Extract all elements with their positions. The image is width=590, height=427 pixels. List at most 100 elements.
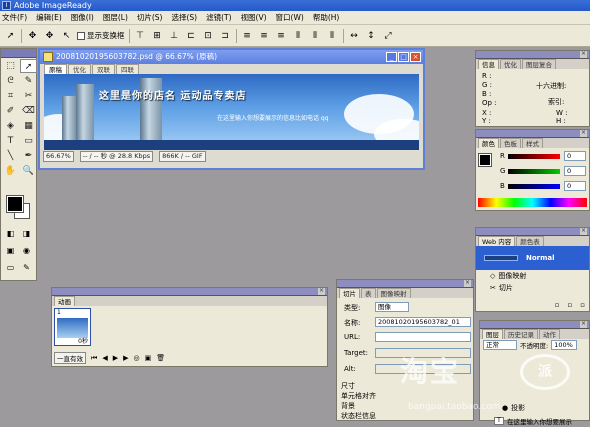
loop-select[interactable]: 一直有效 [54,352,86,364]
blend-mode-select[interactable]: 正常 [483,340,517,350]
slices-row[interactable]: ✂ 切片 [476,282,589,294]
color-fg-swatch[interactable] [478,153,492,167]
menu-filter[interactable]: 滤镜(T) [206,12,231,23]
tab-optimize[interactable]: 优化 [500,59,521,69]
match-size-icon[interactable]: ⤢ [382,29,395,42]
close-icon[interactable]: × [580,228,587,235]
green-value[interactable]: 0 [564,166,586,176]
match-height-icon[interactable]: ↕ [365,29,378,42]
section-status-message[interactable]: 状态栏信息 [341,411,376,421]
tab-2up[interactable]: 双联 [92,64,115,74]
menu-image[interactable]: 图像(I) [71,12,94,23]
layer-row[interactable]: T 在这里输入你想要展示 [480,415,589,427]
close-icon[interactable]: × [464,280,471,287]
tab-actions[interactable]: 动作 [539,329,560,339]
blue-slider[interactable] [508,184,560,189]
gradient-icon[interactable]: ▦ [20,119,37,133]
tab-layers[interactable]: 图层 [482,329,503,339]
menu-select[interactable]: 选择(S) [172,12,198,23]
green-slider[interactable] [508,169,560,174]
show-bounds-checkbox[interactable]: 显示变换框 [77,30,125,41]
document-canvas[interactable]: 这里是你的店名 运动品专卖店 在这里输入你想要展示的信息比如电话 qq [44,74,419,150]
edit-in-photoshop-icon[interactable]: ✎ [19,262,34,278]
type-select[interactable]: 图像 [375,302,409,312]
checkbox-box[interactable] [77,31,85,40]
tab-image-map[interactable]: 图像映射 [376,288,411,298]
image-map-row[interactable]: ◇ 图像映射 [476,270,589,282]
close-button[interactable]: × [410,52,421,62]
slice-state-row[interactable]: Normal [476,246,589,270]
distribute-left-icon[interactable]: ⫴ [292,29,305,42]
type-icon[interactable]: T [2,134,19,148]
close-icon[interactable]: × [318,288,325,295]
line-icon[interactable]: ╲ [2,149,19,163]
tab-color[interactable]: 颜色 [478,138,499,148]
move-tool-icon[interactable]: ➚ [4,29,17,42]
preview-document-icon[interactable]: ▣ [3,245,18,261]
crop-icon[interactable]: ⌗ [2,89,19,103]
close-icon[interactable]: × [580,130,587,137]
animation-frame[interactable]: 1 0秒 [54,308,91,346]
lasso-icon[interactable]: ᘓ [2,74,19,88]
arrow-icon[interactable]: ↖ [60,29,73,42]
menu-file[interactable]: 文件(F) [2,12,27,23]
section-dimensions[interactable]: 尺寸 [341,381,355,391]
frame-delay[interactable]: 0秒 [78,336,88,345]
zoom-icon[interactable]: 🔍 [20,164,37,178]
blue-value[interactable]: 0 [564,181,586,191]
next-frame-icon[interactable]: ▶ [123,354,128,362]
tab-layer-comps[interactable]: 图层复合 [522,59,556,69]
distribute-middle-icon[interactable]: ≡ [258,29,271,42]
close-icon[interactable]: × [580,51,587,58]
tab-styles[interactable]: 样式 [522,138,543,148]
menu-window[interactable]: 窗口(W) [276,12,304,23]
tab-4up[interactable]: 四联 [116,64,139,74]
section-cell-alignment[interactable]: 单元格对齐 [341,391,376,401]
tween-icon[interactable]: ◎ [133,354,139,362]
toggle-image-map-icon[interactable]: ◨ [19,228,34,244]
minimize-button[interactable]: _ [386,52,397,62]
download-speed[interactable]: -- / -- 秒 @ 28.8 Kbps [79,150,154,162]
magic-wand-icon[interactable]: ✎ [20,74,37,88]
new-icon[interactable]: ▫ [555,301,560,309]
menu-view[interactable]: 视图(V) [241,12,267,23]
prev-frame-icon[interactable]: ◀ [102,354,107,362]
auto-select-icon[interactable]: ✥ [26,29,39,42]
tab-optimized[interactable]: 优化 [68,64,91,74]
distribute-right-icon[interactable]: ⫴ [326,29,339,42]
menu-help[interactable]: 帮助(H) [313,12,340,23]
menu-edit[interactable]: 编辑(E) [36,12,62,23]
tab-info[interactable]: 信息 [478,59,499,69]
standard-screen-icon[interactable]: ▭ [3,262,18,278]
align-middle-icon[interactable]: ⊞ [151,29,164,42]
play-icon[interactable]: ▶ [113,354,118,362]
foreground-color-swatch[interactable] [6,195,24,213]
menu-layer[interactable]: 图层(L) [103,12,128,23]
paint-bucket-icon[interactable]: ◈ [2,119,19,133]
close-icon[interactable]: × [580,321,587,328]
file-size[interactable]: 866K / -- GIF [159,150,206,162]
delete-icon[interactable]: ▫ [580,301,585,309]
slice-icon[interactable]: ✂ [20,89,37,103]
align-bottom-icon[interactable]: ⊥ [168,29,181,42]
eraser-icon[interactable]: ⌫ [20,104,37,118]
color-ramp[interactable] [478,198,587,207]
align-left-icon[interactable]: ⊏ [185,29,198,42]
align-center-icon[interactable]: ⊡ [202,29,215,42]
tab-color-table[interactable]: 颜色表 [516,236,544,246]
tab-animation[interactable]: 动画 [54,296,75,306]
menu-slice[interactable]: 切片(S) [137,12,163,23]
auto-select-group-icon[interactable]: ✥ [43,29,56,42]
rectangle-icon[interactable]: ▭ [20,134,37,148]
distribute-bottom-icon[interactable]: ≡ [275,29,288,42]
duplicate-frame-icon[interactable]: ▣ [145,354,152,362]
tab-swatches[interactable]: 色板 [500,138,521,148]
maximize-button[interactable]: □ [398,52,409,62]
preview-browser-icon[interactable]: ◉ [19,245,34,261]
section-background[interactable]: 背景 [341,401,355,411]
tab-history[interactable]: 历史记录 [504,329,538,339]
brush-icon[interactable]: ✐ [2,104,19,118]
distribute-top-icon[interactable]: ≡ [241,29,254,42]
first-frame-icon[interactable]: ⏮ [91,354,97,363]
opacity-input[interactable]: 100% [551,340,578,350]
